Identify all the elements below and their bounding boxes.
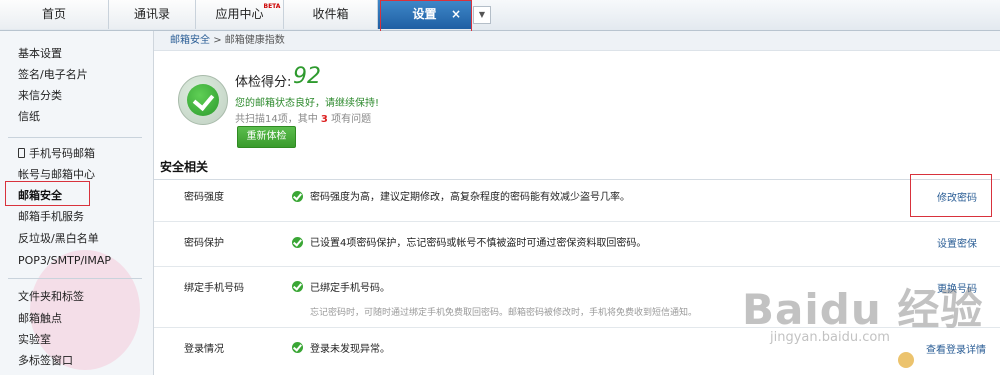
close-icon[interactable]: × bbox=[451, 0, 461, 29]
sidebar-item-signature[interactable]: 签名/电子名片 bbox=[18, 66, 88, 84]
scan-suffix: 项有问题 bbox=[331, 114, 372, 125]
tab-label: 首页 bbox=[41, 7, 66, 21]
sidebar-item-account-center[interactable]: 帐号与邮箱中心 bbox=[18, 166, 95, 184]
check-icon bbox=[292, 237, 303, 248]
sidebar-divider bbox=[8, 278, 142, 279]
phone-icon bbox=[18, 148, 25, 158]
sidebar: 基本设置 签名/电子名片 来信分类 信纸 手机号码邮箱 帐号与邮箱中心 邮箱安全… bbox=[0, 31, 150, 375]
check-icon bbox=[292, 281, 303, 292]
sidebar-item-multitab[interactable]: 多标签窗口 bbox=[18, 352, 73, 370]
scan-summary: 共扫描14项，其中 3 项有问题 bbox=[235, 110, 371, 125]
tab-label: 通讯录 bbox=[133, 7, 170, 21]
issue-count: 3 bbox=[320, 114, 328, 125]
score-value: 92 bbox=[293, 64, 321, 89]
tab-home[interactable]: 首页 bbox=[0, 0, 109, 29]
sidebar-item-mobile-service[interactable]: 邮箱手机服务 bbox=[18, 208, 84, 226]
watermark-url: jingyan.baidu.com bbox=[770, 330, 890, 345]
tab-label: 应用中心 bbox=[215, 7, 264, 21]
beta-badge: BETA bbox=[263, 3, 281, 10]
row-description: 登录未发现异常。 bbox=[310, 344, 390, 355]
recheck-button[interactable]: 重新体检 bbox=[237, 126, 296, 148]
tab-contacts[interactable]: 通讯录 bbox=[109, 0, 196, 29]
chevron-down-icon[interactable]: ▼ bbox=[473, 6, 491, 24]
sidebar-item-phone-mailbox[interactable]: 手机号码邮箱 bbox=[18, 145, 95, 163]
row-divider bbox=[154, 221, 1000, 222]
sidebar-item-pop3[interactable]: POP3/SMTP/IMAP bbox=[18, 252, 111, 270]
row-description: 已绑定手机号码。 bbox=[310, 283, 390, 294]
score-label: 体检得分: bbox=[235, 75, 292, 90]
sidebar-item-stationery[interactable]: 信纸 bbox=[18, 108, 40, 126]
watermark-brand: Baidu 经验 bbox=[742, 285, 984, 334]
health-check-icon bbox=[178, 75, 228, 125]
check-icon bbox=[292, 342, 303, 353]
top-tab-bar: 首页 通讯录 应用中心 BETA 收件箱 设置 × ▼ bbox=[0, 0, 1000, 31]
breadcrumb: 邮箱安全 > 邮箱健康指数 bbox=[154, 31, 1000, 51]
breadcrumb-current: 邮箱健康指数 bbox=[224, 35, 285, 46]
row-description: 密码强度为高，建议定期修改，高复杂程度的密码能有效减少盗号几率。 bbox=[310, 192, 630, 203]
tab-settings[interactable]: 设置 × bbox=[378, 0, 472, 29]
tab-app-center[interactable]: 应用中心 BETA bbox=[196, 0, 284, 29]
sidebar-item-mailbox-security[interactable]: 邮箱安全 bbox=[18, 187, 62, 205]
login-details-link[interactable]: 查看登录详情 bbox=[926, 341, 986, 356]
sidebar-item-antispam[interactable]: 反垃圾/黑白名单 bbox=[18, 230, 99, 248]
sidebar-item-label: 手机号码邮箱 bbox=[29, 147, 95, 160]
sidebar-item-lab[interactable]: 实验室 bbox=[18, 331, 51, 349]
row-label: 绑定手机号码 bbox=[184, 283, 244, 294]
sidebar-item-touchpoint[interactable]: 邮箱触点 bbox=[18, 310, 62, 328]
row-subtext: 忘记密码时，可随时通过绑定手机免费取回密码。邮箱密码被修改时，手机将免费收到短信… bbox=[310, 308, 698, 318]
check-icon bbox=[292, 191, 303, 202]
sidebar-divider bbox=[8, 137, 142, 138]
section-title: 安全相关 bbox=[160, 160, 209, 174]
tab-label: 收件箱 bbox=[312, 7, 349, 21]
breadcrumb-link[interactable]: 邮箱安全 bbox=[170, 35, 210, 46]
sidebar-item-basic-settings[interactable]: 基本设置 bbox=[18, 45, 62, 63]
row-divider bbox=[154, 266, 1000, 267]
logo-icon bbox=[898, 352, 914, 368]
row-label: 登录情况 bbox=[184, 344, 224, 355]
sidebar-item-folders[interactable]: 文件夹和标签 bbox=[18, 288, 84, 306]
change-password-link[interactable]: 修改密码 bbox=[937, 189, 977, 204]
set-security-question-link[interactable]: 设置密保 bbox=[937, 235, 977, 250]
row-label: 密码保护 bbox=[184, 238, 224, 249]
breadcrumb-separator: > bbox=[213, 35, 222, 46]
row-description: 已设置4项密码保护，忘记密码或帐号不慎被盗时可通过密保资料取回密码。 bbox=[310, 238, 647, 249]
tab-label: 设置 bbox=[412, 7, 437, 21]
status-message: 您的邮箱状态良好，请继续保持! bbox=[235, 98, 380, 109]
tab-inbox[interactable]: 收件箱 bbox=[284, 0, 378, 29]
scan-prefix: 共扫描14项，其中 bbox=[235, 114, 318, 125]
sidebar-item-mail-filter[interactable]: 来信分类 bbox=[18, 87, 62, 105]
section-divider bbox=[154, 179, 1000, 180]
row-label: 密码强度 bbox=[184, 192, 224, 203]
